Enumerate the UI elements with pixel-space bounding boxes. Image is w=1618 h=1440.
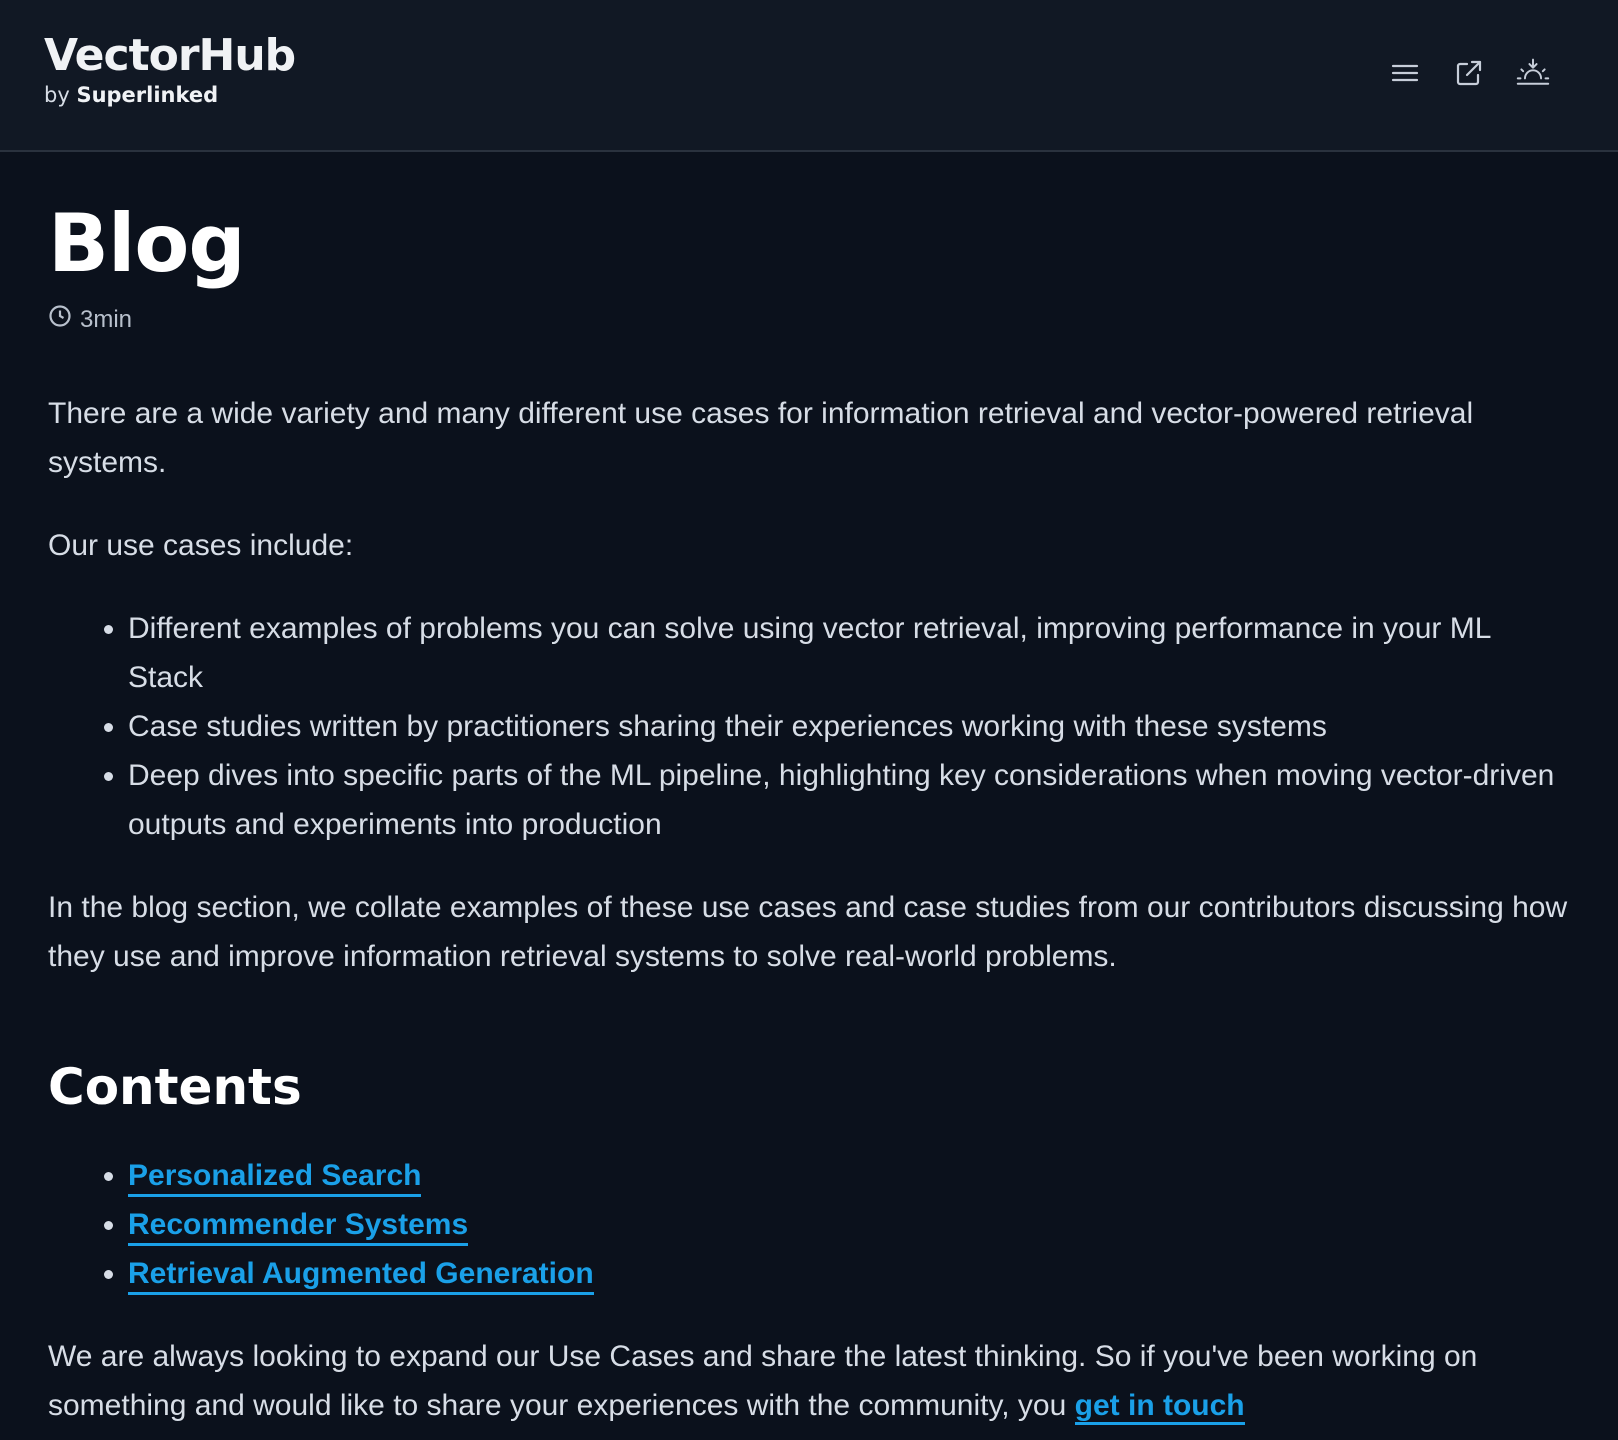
use-cases-list: Different examples of problems you can s… — [48, 604, 1570, 849]
brand-logo[interactable]: VectorHub by Superlinked — [44, 30, 296, 108]
list-item: Deep dives into specific parts of the ML… — [128, 751, 1570, 849]
link-retrieval-augmented-generation[interactable]: Retrieval Augmented Generation — [128, 1257, 594, 1295]
menu-icon[interactable] — [1388, 56, 1422, 90]
read-time: 3min — [48, 304, 1570, 335]
brand-by: by — [44, 83, 70, 107]
contents-heading: Contents — [48, 1058, 302, 1116]
use-cases-lead: Our use cases include: — [48, 529, 354, 562]
list-item: Retrieval Augmented Generation — [128, 1249, 1570, 1298]
external-link-icon[interactable] — [1452, 56, 1486, 90]
page-title: Blog — [48, 197, 246, 290]
contents-list: Personalized Search Recommender Systems … — [48, 1151, 1570, 1298]
header-actions — [1388, 56, 1550, 90]
link-personalized-search[interactable]: Personalized Search — [128, 1159, 422, 1197]
closing-paragraph: We are always looking to expand our Use … — [48, 1332, 1570, 1430]
article-content: Blog 3min There are a wide variety and m… — [0, 152, 1618, 1430]
read-time-label: 3min — [80, 305, 133, 333]
brand-subtitle: by Superlinked — [44, 82, 295, 108]
brand-owner: Superlinked — [76, 83, 219, 107]
list-item: Personalized Search — [128, 1151, 1570, 1200]
intro-paragraph: There are a wide variety and many differ… — [48, 397, 1474, 479]
list-item: Recommender Systems — [128, 1200, 1570, 1249]
link-recommender-systems[interactable]: Recommender Systems — [128, 1208, 469, 1246]
blog-section-paragraph: In the blog section, we collate examples… — [48, 891, 1568, 973]
closing-text: We are always looking to expand our Use … — [48, 1340, 1478, 1422]
get-in-touch-link[interactable]: get in touch — [1074, 1389, 1245, 1425]
clock-icon — [48, 304, 72, 335]
theme-toggle-icon[interactable] — [1516, 56, 1550, 90]
site-header: VectorHub by Superlinked — [0, 0, 1618, 152]
list-item: Different examples of problems you can s… — [128, 604, 1570, 702]
brand-title: VectorHub — [44, 30, 296, 81]
list-item: Case studies written by practitioners sh… — [128, 702, 1570, 751]
